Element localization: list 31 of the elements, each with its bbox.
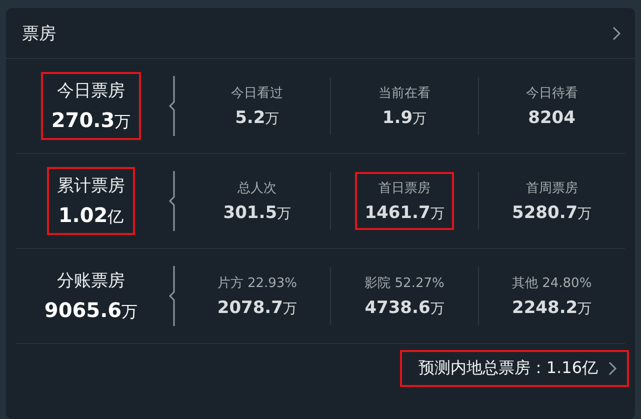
stat-value: 301.5万 [223,203,292,223]
stat-value: 2248.2万 [512,298,592,318]
card-title: 票房 [22,22,56,44]
metric-label: 今日票房 [56,80,125,102]
forecast-link[interactable]: 预测内地总票房：1.16亿 [400,350,629,387]
stat-value: 5.2万 [235,108,280,128]
stat-label: 当前在看 [378,85,430,102]
metric-label: 累计票房 [57,175,125,197]
stat-label: 首周票房 [526,180,578,197]
stat-label: 其他 24.80% [512,275,592,292]
brace-icon [168,265,178,327]
stat-label: 片方 22.93% [217,275,298,292]
stat-label: 今日看过 [231,85,284,102]
stat-label: 首日票房 [378,180,430,197]
stat-value: 1.9万 [382,108,427,128]
metric-value: 9065.6万 [44,298,138,323]
stat-value: 5280.7万 [512,203,592,223]
chevron-icon [612,26,621,40]
chevron-icon [608,361,617,376]
metric-value: 270.3万 [51,108,131,133]
brace-icon [168,170,178,232]
metric-value: 1.02亿 [58,203,124,228]
stat-label: 影院 52.27% [364,275,444,292]
stat-value: 4738.6万 [364,298,444,318]
stat-label: 今日待看 [526,85,578,102]
stat-value: 2078.7万 [217,298,297,318]
brace-icon [168,75,178,137]
stat-value: 8204 [528,108,576,128]
metric-label: 分账票房 [57,270,125,292]
stat-label: 总人次 [238,180,277,197]
stat-value: 1461.7万 [364,203,444,223]
